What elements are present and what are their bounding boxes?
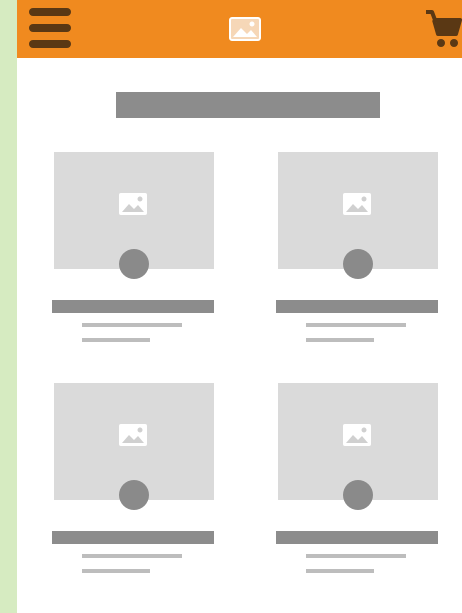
image-placeholder-icon [343, 193, 371, 215]
product-action-dot[interactable] [119, 249, 149, 279]
product-text-line [82, 323, 182, 327]
hamburger-line [29, 24, 71, 32]
product-text-line [82, 554, 182, 558]
product-text-line [306, 569, 374, 573]
product-text-line [306, 554, 406, 558]
product-action-dot[interactable] [343, 480, 373, 510]
product-title-placeholder [52, 300, 214, 313]
product-card[interactable] [46, 383, 216, 583]
image-placeholder-icon [119, 424, 147, 446]
image-placeholder-icon [119, 193, 147, 215]
image-placeholder-icon [343, 424, 371, 446]
product-card[interactable] [270, 152, 440, 352]
logo-image-icon[interactable] [229, 17, 261, 41]
hamburger-line [29, 40, 71, 48]
product-text-line [82, 338, 150, 342]
product-card[interactable] [46, 152, 216, 352]
top-bar [17, 0, 462, 58]
product-action-dot[interactable] [343, 249, 373, 279]
product-text-line [82, 569, 150, 573]
mobile-screen [17, 0, 462, 613]
left-margin [0, 0, 17, 613]
product-card[interactable] [270, 383, 440, 583]
product-title-placeholder [276, 300, 438, 313]
shopping-cart-icon[interactable] [424, 8, 462, 50]
page-title-placeholder [116, 92, 380, 118]
hamburger-line [29, 8, 71, 16]
product-title-placeholder [276, 531, 438, 544]
hamburger-menu-icon[interactable] [29, 8, 73, 48]
product-title-placeholder [52, 531, 214, 544]
product-action-dot[interactable] [119, 480, 149, 510]
product-text-line [306, 338, 374, 342]
product-text-line [306, 323, 406, 327]
